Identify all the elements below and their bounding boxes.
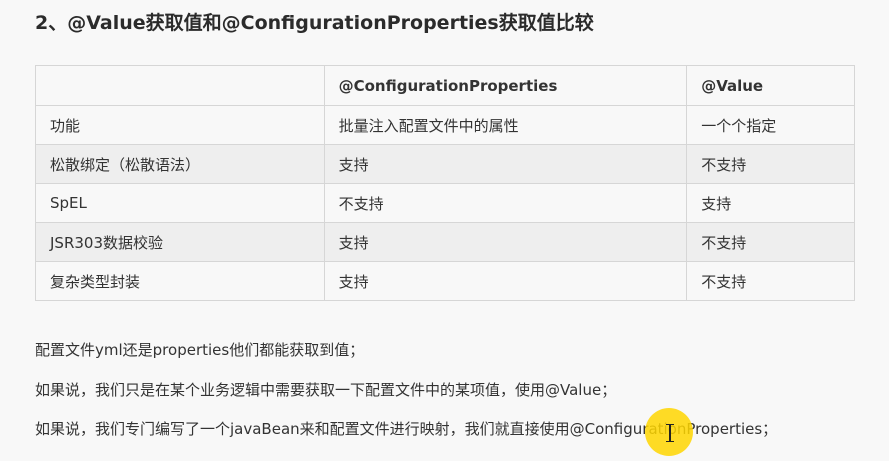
table-header-row: @ConfigurationProperties @Value — [35, 65, 855, 106]
paragraph: 如果说，我们专门编写了一个javaBean来和配置文件进行映射，我们就直接使用@… — [35, 420, 778, 438]
table-row: JSR303数据校验 支持 不支持 — [35, 222, 855, 262]
document-page: 2、@Value获取值和@ConfigurationProperties获取值比… — [0, 0, 889, 461]
table-cell-configuration-properties: 批量注入配置文件中的属性 — [323, 105, 688, 145]
section-heading: 2、@Value获取值和@ConfigurationProperties获取值比… — [35, 12, 594, 34]
table-cell-value: 不支持 — [686, 222, 855, 262]
table-cell-configuration-properties: 支持 — [323, 261, 688, 301]
explanation-paragraphs: 配置文件yml还是properties他们都能获取到值； 如果说，我们只是在某个… — [35, 330, 885, 449]
table-cell-value: 不支持 — [686, 261, 855, 301]
table-cell-feature: 功能 — [35, 105, 325, 145]
text-cursor-icon — [666, 424, 674, 442]
table-header-cell-configuration-properties: @ConfigurationProperties — [323, 65, 688, 106]
table-cell-value: 支持 — [686, 183, 855, 223]
table-cell-feature: JSR303数据校验 — [35, 222, 325, 262]
table-cell-configuration-properties: 支持 — [323, 222, 688, 262]
table-cell-configuration-properties: 支持 — [323, 144, 688, 184]
table-cell-feature: SpEL — [35, 183, 325, 223]
table-cell-configuration-properties: 不支持 — [323, 183, 688, 223]
table-row: SpEL 不支持 支持 — [35, 183, 855, 223]
paragraph: 配置文件yml还是properties他们都能获取到值； — [35, 341, 365, 359]
comparison-table: @ConfigurationProperties @Value 功能 批量注入配… — [35, 65, 855, 301]
table-row: 复杂类型封装 支持 不支持 — [35, 261, 855, 301]
table-cell-feature: 松散绑定（松散语法） — [35, 144, 325, 184]
paragraph: 如果说，我们只是在某个业务逻辑中需要获取一下配置文件中的某项值，使用@Value… — [35, 380, 617, 399]
table-row: 功能 批量注入配置文件中的属性 一个个指定 — [35, 105, 855, 145]
table-header-cell-feature — [35, 65, 325, 106]
table-row: 松散绑定（松散语法） 支持 不支持 — [35, 144, 855, 184]
table-header-cell-value: @Value — [686, 65, 855, 106]
table-cell-value: 一个个指定 — [686, 105, 855, 145]
table-cell-feature: 复杂类型封装 — [35, 261, 325, 301]
table-cell-value: 不支持 — [686, 144, 855, 184]
